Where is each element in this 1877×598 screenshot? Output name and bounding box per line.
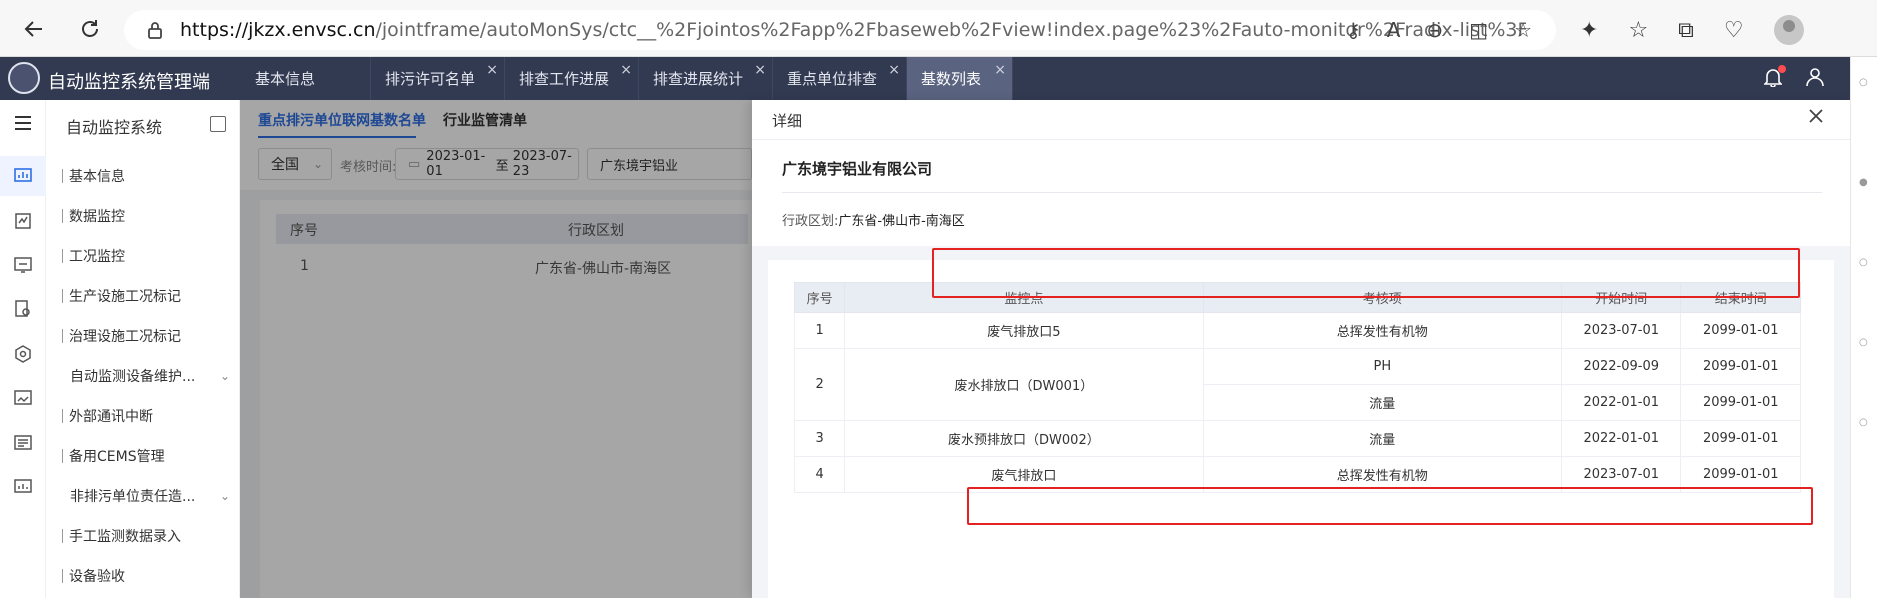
browser-toolbar: https://jkzx.envsc.cn/jointframe/autoMon… <box>0 0 1877 57</box>
side-panel-icon[interactable]: ○ <box>1859 77 1869 88</box>
data-icon[interactable] <box>10 208 36 234</box>
tab-close-icon[interactable]: × <box>994 62 1006 78</box>
sidebar-item-comm-interrupt[interactable]: 外部通讯中断 <box>62 405 153 427</box>
sidebar-item-backup-cems[interactable]: 备用CEMS管理 <box>62 445 165 467</box>
search-doc-icon[interactable] <box>10 296 36 322</box>
app-title: 自动监控系统管理端 <box>48 72 210 93</box>
side-panel-icon[interactable]: ○ <box>1859 257 1869 268</box>
list-doc-icon[interactable] <box>10 430 36 456</box>
side-panel-icon[interactable]: ○ <box>1859 337 1869 348</box>
browser-side-panel: ○ ● ○ ○ ○ <box>1850 57 1877 598</box>
tab-key-units[interactable]: 重点单位排查 × <box>773 57 907 100</box>
notification-bell-icon[interactable] <box>1763 65 1786 92</box>
tab-work-progress[interactable]: 排查工作进展 × <box>505 57 639 100</box>
back-icon[interactable] <box>10 9 58 49</box>
settings-gear-icon[interactable] <box>10 341 36 367</box>
highlight-box-row-4 <box>967 487 1813 525</box>
favorite-add-icon[interactable]: ☆ <box>1514 18 1532 42</box>
report-chart-icon[interactable] <box>10 474 36 500</box>
table-row: 2 废水排放口（DW001） PH 2022-09-09 2099-01-01 <box>793 348 1801 421</box>
side-panel-icon[interactable]: ○ <box>1859 417 1869 428</box>
drawer-title: 详细 <box>772 112 803 130</box>
app-header: 自动监控系统管理端 基本信息 排污许可名单 × 排查工作进展 × 排查进展统计 × 重… <box>0 57 1850 100</box>
address-bar[interactable]: https://jkzx.envsc.cn/jointframe/autoMon… <box>124 10 1556 50</box>
tab-progress-stats[interactable]: 排查进展统计 × <box>639 57 773 100</box>
user-icon[interactable] <box>1806 67 1824 92</box>
chevron-down-icon: ⌄ <box>220 369 231 383</box>
region-info: 行政区划:广东省-佛山市-南海区 <box>782 214 965 229</box>
close-icon[interactable] <box>1807 106 1825 131</box>
divider <box>782 192 1822 193</box>
sidebar-item-production-marking[interactable]: 生产设施工况标记 <box>62 285 181 307</box>
tab-close-icon[interactable]: × <box>620 62 632 78</box>
lock-icon[interactable] <box>144 19 166 41</box>
tab-bar: 基本信息 排污许可名单 × 排查工作进展 × 排查进展统计 × 重点单位排查 × 基数列… <box>241 57 1013 100</box>
zoom-out-icon[interactable]: ⊖ <box>1426 18 1443 42</box>
chevron-down-icon: ⌄ <box>220 489 231 503</box>
detail-table: 序号 监控点 考核项 开始时间 结束时间 1 废气排放口5 总挥发性有机物 20… <box>793 282 1801 493</box>
sidebar-item-device-maintenance[interactable]: 自动监测设备维护... ⌄ <box>70 365 230 387</box>
monitor-chart-icon[interactable] <box>10 163 36 189</box>
company-name: 广东境宇铝业有限公司 <box>782 160 933 178</box>
image-doc-icon[interactable] <box>10 385 36 411</box>
sidebar-item-condition-monitor[interactable]: 工况监控 <box>62 245 125 267</box>
modal-overlay[interactable] <box>240 100 752 598</box>
sidebar-item-treatment-marking[interactable]: 治理设施工况标记 <box>62 325 181 347</box>
highlight-box-row-1 <box>932 248 1800 298</box>
collapse-sidebar-icon[interactable] <box>210 116 226 132</box>
header-index: 序号 <box>793 282 846 313</box>
profile-avatar[interactable] <box>1773 15 1804 45</box>
sidebar-item-non-polluter[interactable]: 非排污单位责任造... ⌄ <box>70 485 230 507</box>
sidebar-item-data-monitor[interactable]: 数据监控 <box>62 205 125 227</box>
sidebar-title: 自动监控系统 <box>66 118 163 137</box>
favorites-icon[interactable]: ☆ <box>1628 18 1648 43</box>
hamburger-menu-icon[interactable] <box>10 110 36 136</box>
condition-icon[interactable] <box>10 252 36 278</box>
collections-icon[interactable]: ⧉ <box>1678 18 1694 43</box>
tab-base-list[interactable]: 基数列表 × <box>907 57 1013 100</box>
read-aloud-icon[interactable]: A <box>1387 18 1401 42</box>
extensions-icon[interactable]: ✦ <box>1580 18 1598 43</box>
reload-icon[interactable] <box>66 9 114 49</box>
key-icon[interactable]: ⚷ <box>1346 18 1361 42</box>
performance-icon[interactable]: ♡ <box>1724 18 1744 43</box>
tab-permit-list[interactable]: 排污许可名单 × <box>371 57 505 100</box>
notification-dot <box>1778 65 1786 73</box>
table-row: 3 废水预排放口（DW002） 流量 2022-01-01 2099-01-01 <box>793 420 1801 457</box>
sidebar-item-manual-entry[interactable]: 手工监测数据录入 <box>62 525 181 547</box>
tab-basic-info[interactable]: 基本信息 <box>241 57 371 100</box>
detail-drawer: 详细 广东境宇铝业有限公司 行政区划:广东省-佛山市-南海区 序号 监控点 考核… <box>752 100 1850 598</box>
logo-icon <box>8 62 40 94</box>
sidebar-menu: 自动监控系统 基本信息 数据监控 工况监控 生产设施工况标记 治理设施工况标记 … <box>46 100 240 598</box>
url-host: https://jkzx.envsc.cn <box>180 19 376 41</box>
icon-rail <box>0 100 46 598</box>
tab-close-icon[interactable]: × <box>888 62 900 78</box>
sidebar-item-basic-info[interactable]: 基本信息 <box>62 165 125 187</box>
split-screen-icon[interactable]: ◫ <box>1469 18 1488 42</box>
side-panel-icon[interactable]: ● <box>1859 177 1869 188</box>
sidebar-item-acceptance[interactable]: 设备验收 <box>62 565 125 587</box>
tab-close-icon[interactable]: × <box>486 62 498 78</box>
tab-close-icon[interactable]: × <box>754 62 766 78</box>
table-row: 1 废气排放口5 总挥发性有机物 2023-07-01 2099-01-01 <box>793 312 1801 349</box>
